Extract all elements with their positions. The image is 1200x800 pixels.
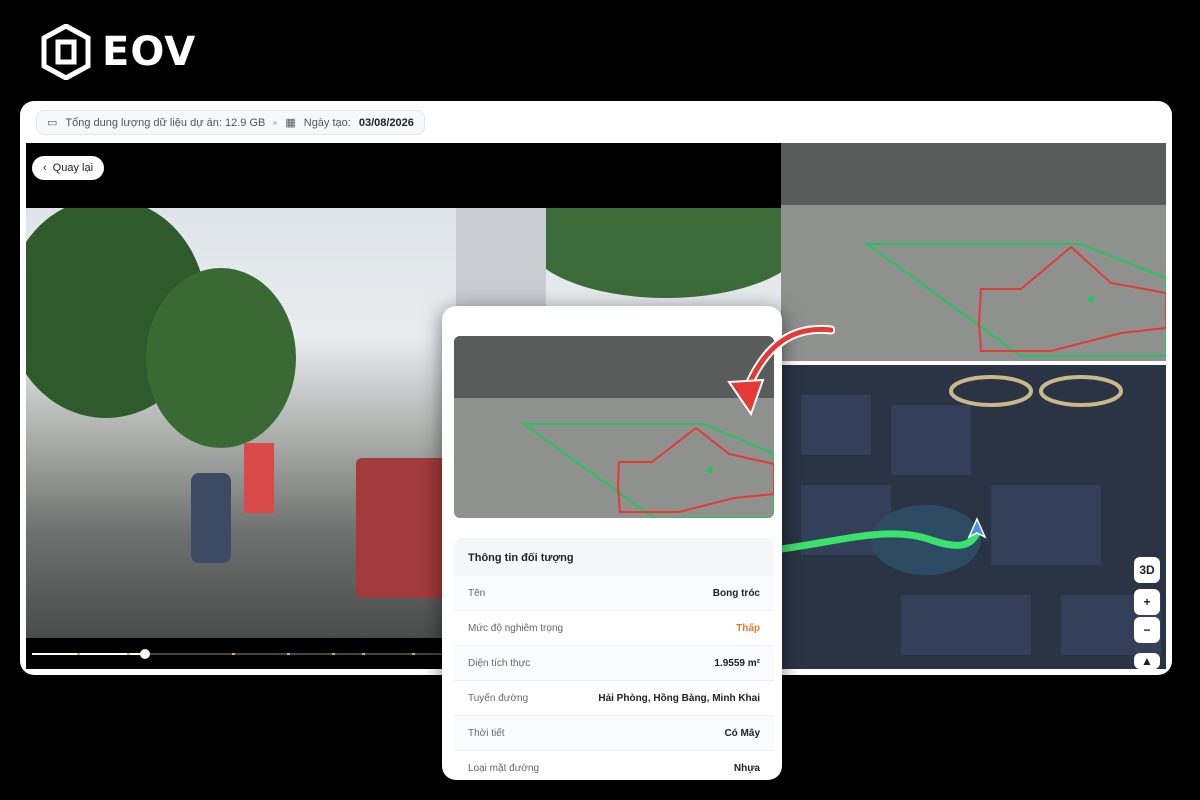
created-date-label: Ngày tạo: [303, 116, 351, 129]
timeline-marker[interactable] [232, 653, 235, 655]
3d-toggle-button[interactable]: 3D [1134, 557, 1160, 583]
damage-outline [977, 245, 1166, 352]
info-value: Có Mây [724, 727, 760, 739]
separator [273, 120, 278, 125]
object-info-title: Thông tin đối tượng [454, 538, 774, 576]
info-value: Bong tróc [712, 587, 760, 599]
info-row-name: Tên Bong tróc [454, 576, 774, 611]
eov-logo: EOV [40, 24, 196, 80]
route-map[interactable]: 3D + − ▲ [781, 365, 1166, 669]
timeline-marker[interactable] [412, 653, 415, 655]
info-row-route: Tuyến đường Hải Phòng, Hồng Bàng, Minh K… [454, 681, 774, 716]
detection-box [863, 243, 1166, 357]
video-timeline[interactable] [32, 649, 452, 659]
info-label: Thời tiết [468, 727, 505, 739]
timeline-marker[interactable] [287, 653, 290, 655]
chevron-left-icon: ‹ [43, 162, 47, 174]
info-value: Hải Phòng, Hồng Bàng, Minh Khai [598, 692, 760, 704]
brand-name: EOV [102, 29, 197, 75]
created-date-value: 03/08/2026 [358, 116, 414, 129]
timeline-scrubber[interactable] [140, 649, 151, 659]
info-label: Mức độ nghiêm trọng [468, 622, 564, 634]
zoom-in-button[interactable]: + [1134, 589, 1160, 615]
building [456, 208, 546, 318]
detection-snapshot[interactable] [781, 143, 1166, 361]
info-label: Tên [468, 587, 486, 599]
severity-badge: Thấp [736, 622, 760, 634]
back-button[interactable]: ‹ Quay lại [32, 156, 105, 180]
info-row-weather: Thời tiết Có Mây [454, 716, 774, 751]
curved-arrow-icon [727, 324, 835, 417]
info-value: Nhựa [733, 762, 760, 774]
project-info-bar: ▭ Tổng dung lượng dữ liệu dự án: 12.9 GB… [36, 110, 425, 135]
timeline-marker[interactable] [127, 653, 130, 655]
motorbike [191, 473, 231, 563]
object-info-table: Thông tin đối tượng Tên Bong tróc Mức độ… [454, 538, 774, 780]
timeline-marker[interactable] [77, 653, 80, 655]
info-row-surface: Loại mặt đường Nhựa [454, 751, 774, 780]
eov-logo-icon [41, 24, 91, 80]
damage-outline [616, 426, 774, 513]
zoom-out-button[interactable]: − [1134, 617, 1160, 643]
info-label: Tuyến đường [468, 692, 529, 704]
storage-icon: ▭ [47, 117, 58, 129]
info-label: Loại mặt đường [468, 762, 540, 774]
damage-centroid [1088, 296, 1094, 302]
info-row-severity: Mức độ nghiêm trọng Thấp [454, 611, 774, 646]
tree-foliage [526, 208, 781, 298]
map-canvas [781, 365, 1166, 669]
storage-text: Tổng dung lượng dữ liệu dự án: 12.9 GB [65, 116, 266, 129]
calendar-icon: ▦ [285, 117, 296, 129]
tree-foliage [146, 268, 296, 448]
compass-north-icon[interactable]: ▲ [1134, 653, 1160, 669]
red-car [356, 458, 446, 598]
roadside-sign [244, 443, 274, 513]
info-value: 1.9559 m² [714, 657, 760, 669]
damage-centroid [707, 467, 713, 473]
timeline-marker[interactable] [332, 653, 335, 655]
timeline-marker[interactable] [362, 653, 365, 655]
info-label: Diện tích thực [468, 657, 531, 669]
info-row-area: Diện tích thực 1.9559 m² [454, 646, 774, 681]
detection-overlay [863, 243, 1166, 357]
back-label: Quay lại [52, 162, 94, 174]
detection-box [520, 423, 774, 518]
